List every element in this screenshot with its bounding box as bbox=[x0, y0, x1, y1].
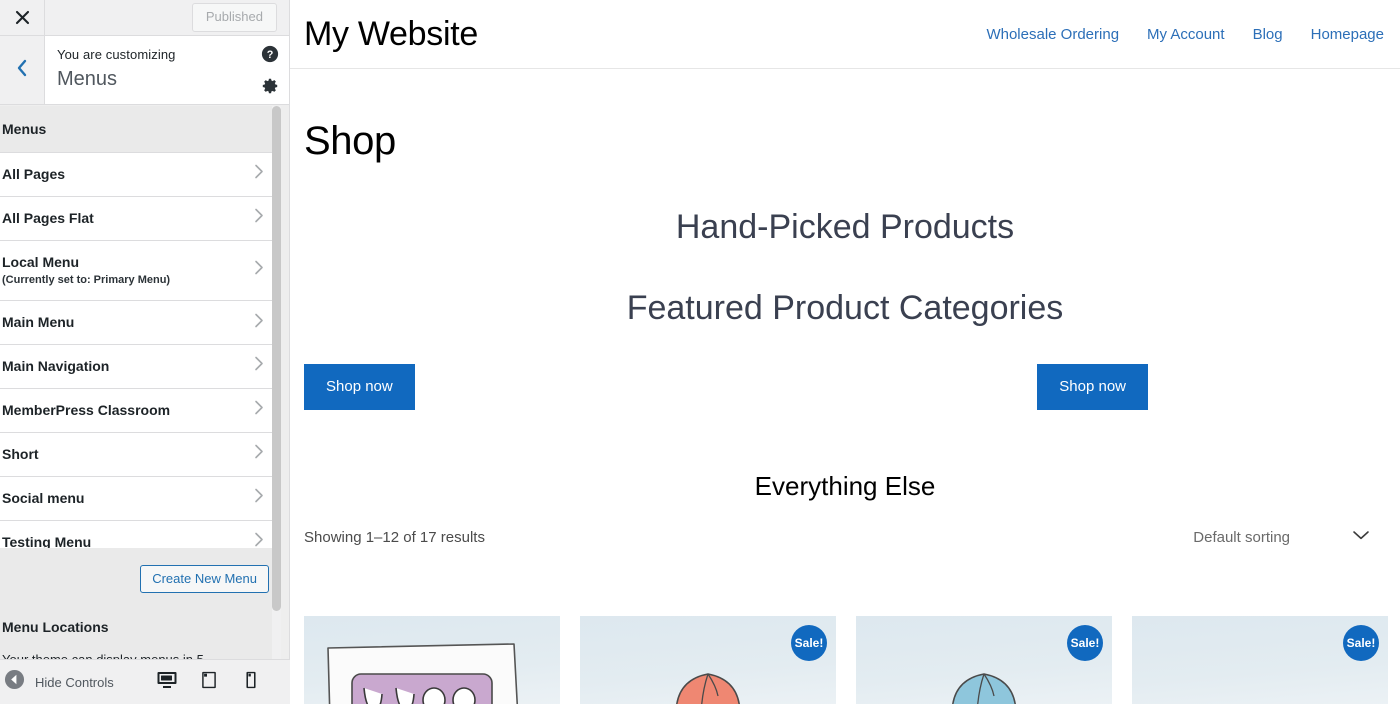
menu-item-all-pages-flat[interactable]: All Pages Flat bbox=[0, 196, 281, 241]
back-button[interactable] bbox=[0, 36, 45, 104]
create-menu-row: Create New Menu bbox=[0, 548, 281, 610]
publish-area: Published bbox=[45, 0, 290, 36]
everything-else-heading: Everything Else bbox=[754, 470, 936, 501]
nav-link-homepage[interactable]: Homepage bbox=[1297, 26, 1384, 43]
page-title: Shop bbox=[304, 119, 396, 163]
customizer-sidebar: Published You are customizing Menus ? Me… bbox=[0, 0, 290, 704]
chevron-right-icon bbox=[254, 488, 265, 509]
collapse-arrow-icon bbox=[4, 669, 25, 695]
tablet-icon bbox=[199, 670, 219, 695]
site-title: My Website bbox=[304, 15, 478, 53]
product-grid: Sale! Sale! Sale! bbox=[304, 616, 1400, 704]
product-thumbnail bbox=[304, 616, 560, 704]
result-bar: Showing 1–12 of 17 results Default sorti… bbox=[290, 528, 1400, 546]
mobile-preview-button[interactable] bbox=[230, 660, 272, 704]
publish-button[interactable]: Published bbox=[191, 3, 277, 32]
menu-item-label: All Pages bbox=[2, 166, 66, 182]
desktop-icon bbox=[156, 669, 178, 696]
shop-now-button-right[interactable]: Shop now bbox=[1037, 363, 1148, 410]
menu-list: All Pages All Pages Flat Local Menu (Cur… bbox=[0, 153, 281, 565]
menu-item-label: Short bbox=[2, 445, 39, 462]
menus-section-title: Menus bbox=[2, 121, 47, 137]
chevron-right-icon bbox=[254, 444, 265, 465]
menu-item-label: Main Menu bbox=[2, 314, 75, 331]
sale-badge: Sale! bbox=[791, 625, 827, 661]
customizer-footer: Hide Controls bbox=[0, 659, 290, 704]
svg-text:?: ? bbox=[267, 49, 274, 61]
chevron-right-icon bbox=[254, 208, 265, 229]
close-customizer-button[interactable] bbox=[0, 0, 45, 35]
menu-item-memberpress-classroom[interactable]: MemberPress Classroom bbox=[0, 388, 281, 433]
product-art-poster bbox=[327, 643, 519, 704]
chevron-right-icon bbox=[254, 400, 265, 421]
sidebar-scrollbar-thumb[interactable] bbox=[272, 106, 281, 611]
tablet-preview-button[interactable] bbox=[188, 660, 230, 704]
menu-item-label: Social menu bbox=[2, 489, 85, 506]
hide-controls-label: Hide Controls bbox=[35, 674, 114, 690]
menu-item-social-menu[interactable]: Social menu bbox=[0, 476, 281, 521]
product-art-beanie bbox=[952, 673, 1016, 704]
menu-item-sublabel: (Currently set to: Primary Menu) bbox=[2, 273, 171, 286]
nav-link-blog[interactable]: Blog bbox=[1239, 26, 1297, 43]
sorting-dropdown[interactable]: Default sorting bbox=[1193, 528, 1386, 546]
chevron-right-icon bbox=[254, 356, 265, 377]
chevron-right-icon bbox=[254, 312, 265, 333]
mobile-icon bbox=[242, 670, 260, 695]
menu-item-short[interactable]: Short bbox=[0, 432, 281, 477]
sale-badge: Sale! bbox=[1343, 625, 1379, 661]
promo-heading-featured-categories: Featured Product Categories bbox=[626, 289, 1064, 328]
sorting-value: Default sorting bbox=[1193, 528, 1290, 546]
menu-locations-title: Menu Locations bbox=[2, 619, 109, 635]
settings-button[interactable] bbox=[260, 78, 280, 98]
header-body: You are customizing Menus ? bbox=[45, 36, 290, 104]
gear-icon bbox=[261, 77, 279, 100]
menu-item-label: All Pages Flat bbox=[2, 209, 94, 226]
menu-item-main-menu[interactable]: Main Menu bbox=[0, 301, 281, 345]
menu-item-all-pages[interactable]: All Pages bbox=[0, 153, 281, 197]
help-circle-icon: ? bbox=[261, 45, 279, 68]
site-header: My Website Wholesale Ordering My Account… bbox=[290, 0, 1400, 69]
chevron-down-icon bbox=[1352, 528, 1370, 546]
sale-badge: Sale! bbox=[1067, 625, 1103, 661]
chevron-right-icon bbox=[254, 260, 265, 281]
customizer-header: You are customizing Menus ? bbox=[0, 36, 290, 105]
customizer-app: Published You are customizing Menus ? Me… bbox=[0, 0, 1400, 704]
menu-item-local-menu[interactable]: Local Menu (Currently set to: Primary Me… bbox=[0, 240, 281, 302]
create-new-menu-button[interactable]: Create New Menu bbox=[140, 564, 269, 594]
device-preview-buttons bbox=[146, 660, 290, 704]
site-navigation: Wholesale Ordering My Account Blog Homep… bbox=[972, 26, 1386, 43]
customizer-topbar: Published bbox=[0, 0, 290, 36]
menu-item-main-navigation[interactable]: Main Navigation bbox=[0, 344, 281, 389]
nav-link-wholesale-ordering[interactable]: Wholesale Ordering bbox=[972, 26, 1133, 43]
product-card[interactable]: Sale! bbox=[856, 616, 1112, 704]
product-card[interactable]: Sale! bbox=[580, 616, 836, 704]
result-count: Showing 1–12 of 17 results bbox=[304, 528, 485, 546]
hide-controls-button[interactable]: Hide Controls bbox=[0, 669, 114, 695]
menu-item-label: Local Menu bbox=[2, 253, 80, 270]
promo-heading-hand-picked: Hand-Picked Products bbox=[675, 208, 1015, 246]
chevron-left-icon bbox=[16, 59, 28, 82]
chevron-right-icon bbox=[254, 164, 265, 185]
product-card[interactable]: Sale! bbox=[1132, 616, 1388, 704]
menus-section-header: Menus bbox=[0, 106, 281, 153]
menu-item-label: MemberPress Classroom bbox=[2, 401, 171, 418]
close-icon bbox=[15, 10, 30, 25]
nav-link-my-account[interactable]: My Account bbox=[1133, 26, 1239, 43]
customizing-label: You are customizing bbox=[57, 47, 176, 62]
shop-now-button-left[interactable]: Shop now bbox=[304, 363, 415, 410]
shop-now-row: Shop now Shop now bbox=[290, 363, 1400, 410]
product-card[interactable] bbox=[304, 616, 560, 704]
help-button[interactable]: ? bbox=[260, 45, 280, 68]
panel-title: Menus bbox=[57, 67, 118, 90]
desktop-preview-button[interactable] bbox=[146, 660, 188, 704]
site-preview: My Website Wholesale Ordering My Account… bbox=[290, 0, 1400, 704]
product-art-beanie bbox=[676, 673, 740, 704]
menu-item-label: Main Navigation bbox=[2, 357, 110, 374]
